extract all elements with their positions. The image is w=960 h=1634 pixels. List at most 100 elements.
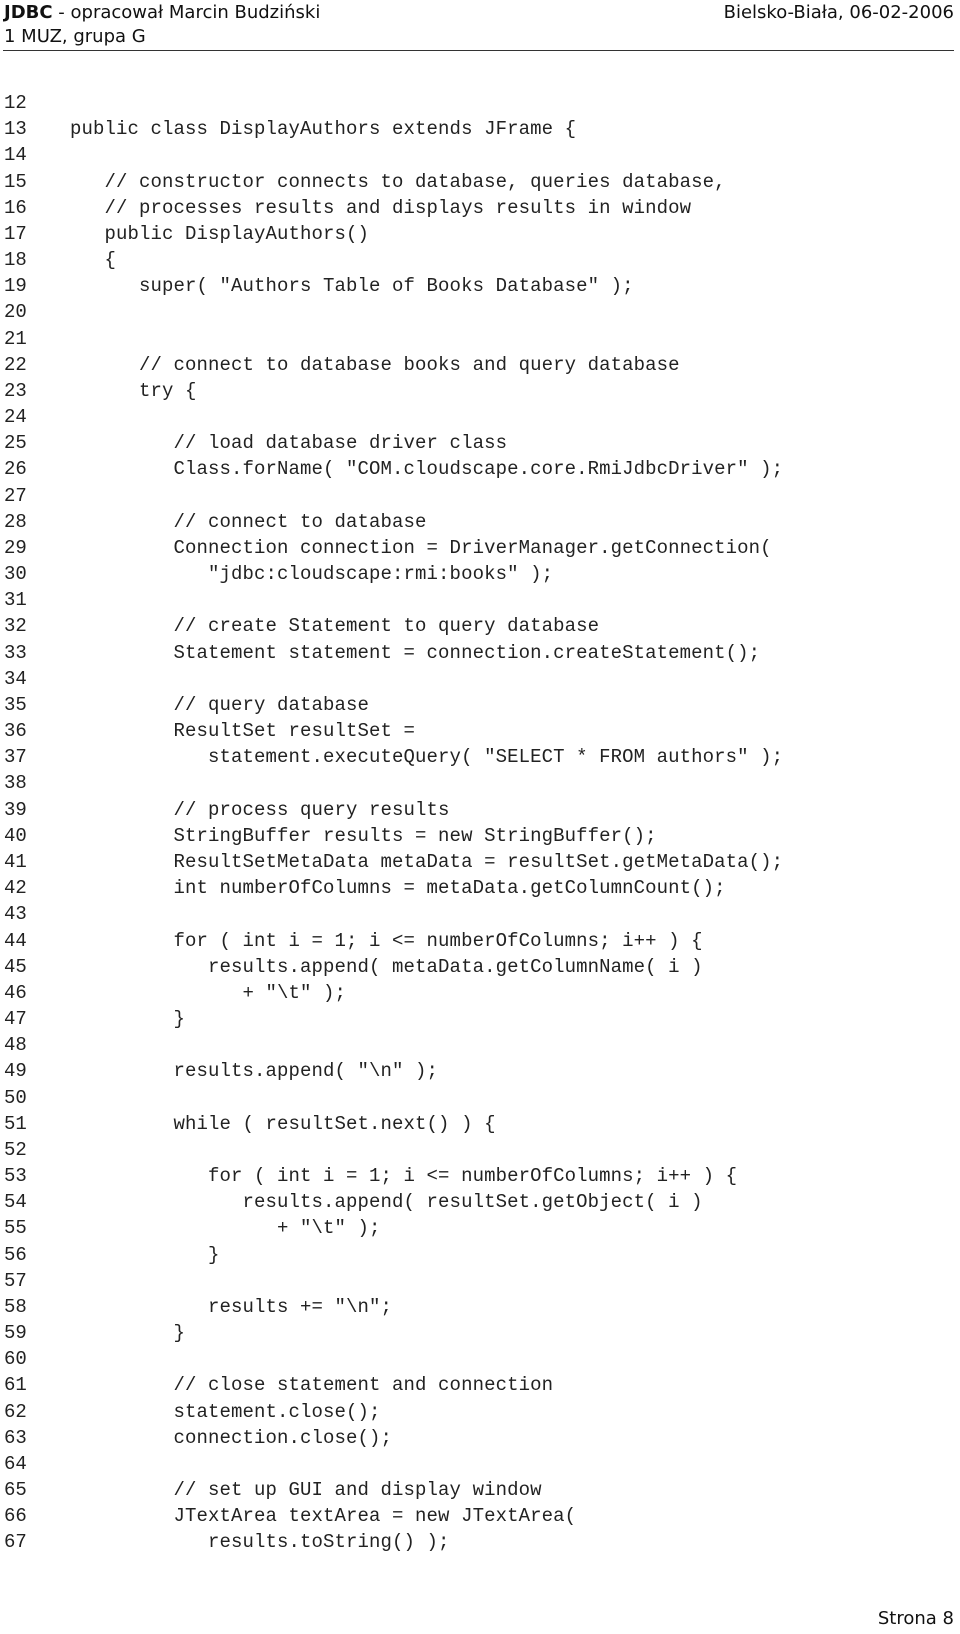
code-line: 60 bbox=[0, 1346, 960, 1372]
code-text: // processes results and displays result… bbox=[70, 196, 692, 219]
line-number: 23 bbox=[4, 379, 27, 402]
line-number: 28 bbox=[4, 510, 27, 533]
code-text: Connection connection = DriverManager.ge… bbox=[70, 536, 772, 559]
code-line: 30 "jdbc:cloudscape:rmi:books" ); bbox=[0, 561, 960, 587]
line-number: 50 bbox=[4, 1086, 27, 1109]
code-line: 65 // set up GUI and display window bbox=[0, 1477, 960, 1503]
code-line: 31 bbox=[0, 587, 960, 613]
code-text: public class DisplayAuthors extends JFra… bbox=[70, 118, 577, 141]
code-text: while ( resultSet.next() ) { bbox=[70, 1112, 496, 1135]
document-title-bold: JDBC bbox=[4, 2, 53, 23]
code-line: 38 bbox=[0, 770, 960, 796]
code-line: 43 bbox=[0, 901, 960, 927]
line-number: 49 bbox=[4, 1060, 27, 1083]
line-number: 29 bbox=[4, 536, 27, 559]
code-text: results += "\n"; bbox=[70, 1295, 393, 1318]
line-number: 41 bbox=[4, 850, 27, 873]
code-line: 44 for ( int i = 1; i <= numberOfColumns… bbox=[0, 928, 960, 954]
code-text: public DisplayAuthors() bbox=[70, 222, 370, 245]
document-subtitle: 1 MUZ, grupa G bbox=[4, 26, 146, 47]
code-line: 18 { bbox=[0, 247, 960, 273]
code-line: 19 super( "Authors Table of Books Databa… bbox=[0, 273, 960, 299]
code-line: 32 // create Statement to query database bbox=[0, 613, 960, 639]
line-number: 47 bbox=[4, 1008, 27, 1031]
code-line: 14 bbox=[0, 142, 960, 168]
line-number: 16 bbox=[4, 196, 27, 219]
code-line: 48 bbox=[0, 1032, 960, 1058]
line-number: 45 bbox=[4, 955, 27, 978]
line-number: 21 bbox=[4, 327, 27, 350]
line-number: 62 bbox=[4, 1400, 27, 1423]
line-number: 31 bbox=[4, 589, 27, 612]
code-line: 23 try { bbox=[0, 378, 960, 404]
code-text: connection.close(); bbox=[70, 1426, 393, 1449]
code-text: // process query results bbox=[70, 798, 450, 821]
code-line: 35 // query database bbox=[0, 692, 960, 718]
code-line: 67 results.toString() ); bbox=[0, 1529, 960, 1555]
code-text: JTextArea textArea = new JTextArea( bbox=[70, 1505, 577, 1528]
code-text: results.append( metaData.getColumnName( … bbox=[70, 955, 703, 978]
line-number: 43 bbox=[4, 903, 27, 926]
line-number: 40 bbox=[4, 824, 27, 847]
code-line: 37 statement.executeQuery( "SELECT * FRO… bbox=[0, 744, 960, 770]
code-text: // set up GUI and display window bbox=[70, 1479, 542, 1502]
code-text: super( "Authors Table of Books Database"… bbox=[70, 275, 634, 298]
line-number: 14 bbox=[4, 144, 27, 167]
code-line: 66 JTextArea textArea = new JTextArea( bbox=[0, 1503, 960, 1529]
line-number: 24 bbox=[4, 406, 27, 429]
code-line: 63 connection.close(); bbox=[0, 1425, 960, 1451]
line-number: 44 bbox=[4, 929, 27, 952]
line-number: 59 bbox=[4, 1322, 27, 1345]
line-number: 42 bbox=[4, 877, 27, 900]
line-number: 56 bbox=[4, 1243, 27, 1266]
code-text: } bbox=[70, 1243, 220, 1266]
line-number: 58 bbox=[4, 1295, 27, 1318]
code-text: results.toString() ); bbox=[70, 1531, 450, 1554]
code-line: 53 for ( int i = 1; i <= numberOfColumns… bbox=[0, 1163, 960, 1189]
code-text: // create Statement to query database bbox=[70, 615, 600, 638]
code-line: 13 public class DisplayAuthors extends JF… bbox=[0, 116, 960, 142]
code-text: // connect to database bbox=[70, 510, 427, 533]
line-number: 52 bbox=[4, 1138, 27, 1161]
line-number: 13 bbox=[4, 118, 27, 141]
line-number: 27 bbox=[4, 484, 27, 507]
line-number: 55 bbox=[4, 1217, 27, 1240]
line-number: 51 bbox=[4, 1112, 27, 1135]
code-line: 20 bbox=[0, 299, 960, 325]
code-line: 21 bbox=[0, 326, 960, 352]
line-number: 36 bbox=[4, 720, 27, 743]
line-number: 32 bbox=[4, 615, 27, 638]
code-text: "jdbc:cloudscape:rmi:books" ); bbox=[70, 563, 554, 586]
line-number: 17 bbox=[4, 222, 27, 245]
line-number: 37 bbox=[4, 746, 27, 769]
line-number: 22 bbox=[4, 353, 27, 376]
line-number: 48 bbox=[4, 1034, 27, 1057]
code-text: for ( int i = 1; i <= numberOfColumns; i… bbox=[70, 1165, 738, 1188]
code-text: try { bbox=[70, 379, 197, 402]
code-line: 50 bbox=[0, 1085, 960, 1111]
code-line: 49 results.append( "\n" ); bbox=[0, 1058, 960, 1084]
code-line: 33 Statement statement = connection.crea… bbox=[0, 640, 960, 666]
line-number: 66 bbox=[4, 1505, 27, 1528]
code-listing: 12 13 public class DisplayAuthors extends … bbox=[0, 90, 960, 1556]
code-line: 46 + "\t" ); bbox=[0, 980, 960, 1006]
code-text: results.append( "\n" ); bbox=[70, 1060, 439, 1083]
header-divider bbox=[3, 50, 954, 51]
location-date: Bielsko-Biała, 06-02-2006 bbox=[723, 2, 954, 23]
code-line: 27 bbox=[0, 483, 960, 509]
code-line: 47 } bbox=[0, 1006, 960, 1032]
line-number: 65 bbox=[4, 1479, 27, 1502]
code-line: 24 bbox=[0, 404, 960, 430]
code-text: // load database driver class bbox=[70, 432, 508, 455]
code-line: 41 ResultSetMetaData metaData = resultSe… bbox=[0, 849, 960, 875]
code-line: 22 // connect to database books and quer… bbox=[0, 352, 960, 378]
line-number: 26 bbox=[4, 458, 27, 481]
code-line: 57 bbox=[0, 1268, 960, 1294]
line-number: 67 bbox=[4, 1531, 27, 1554]
line-number: 15 bbox=[4, 170, 27, 193]
code-line: 36 ResultSet resultSet = bbox=[0, 718, 960, 744]
code-text: } bbox=[70, 1008, 186, 1031]
code-text: Statement statement = connection.createS… bbox=[70, 641, 761, 664]
line-number: 12 bbox=[4, 92, 27, 114]
code-text: int numberOfColumns = metaData.getColumn… bbox=[70, 877, 726, 900]
